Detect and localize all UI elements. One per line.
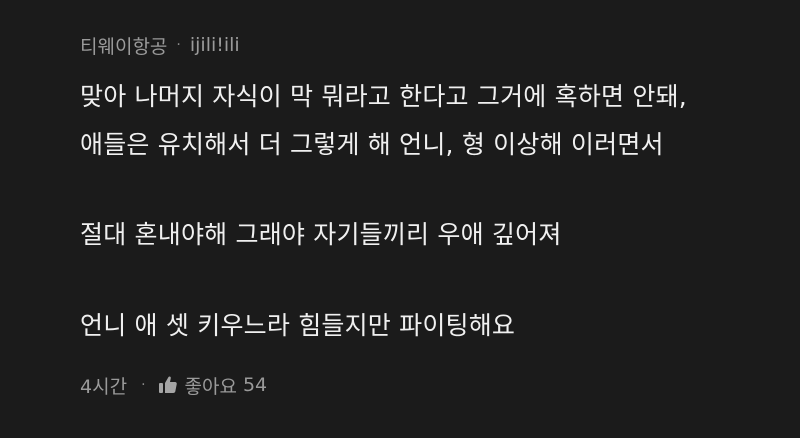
- like-count: 54: [242, 374, 268, 396]
- meta-separator: ·: [176, 37, 181, 53]
- comment-body-line: 언니 애 셋 키우느라 힘들지만 파이팅해요: [80, 311, 516, 340]
- comment-meta: 티웨이항공 · ijili!ili: [80, 30, 240, 60]
- comment-card: 티웨이항공 · ijili!ili 맞아 나머지 자식이 막 뭐라고 한다고 그…: [0, 0, 800, 438]
- comment-body-line: 애들은 유치해서 더 그렇게 해 언니, 형 이상해 이러면서: [80, 130, 664, 159]
- like-button[interactable]: 좋아요 54: [158, 372, 268, 399]
- comment-body-line: 맞아 나머지 자식이 막 뭐라고 한다고 그거에 혹하면 안돼,: [80, 82, 687, 111]
- author-name[interactable]: 티웨이항공: [80, 32, 167, 59]
- footer-separator: ·: [141, 377, 146, 393]
- thumbs-up-icon: [158, 375, 178, 395]
- comment-time: 4시간: [80, 375, 128, 398]
- author-handle[interactable]: ijili!ili: [190, 34, 240, 56]
- comment-body-line: 절대 혼내야해 그래야 자기들끼리 우애 깊어져: [80, 220, 562, 249]
- like-label: 좋아요: [184, 375, 237, 398]
- comment-footer: 4시간 · 좋아요 54: [80, 370, 267, 400]
